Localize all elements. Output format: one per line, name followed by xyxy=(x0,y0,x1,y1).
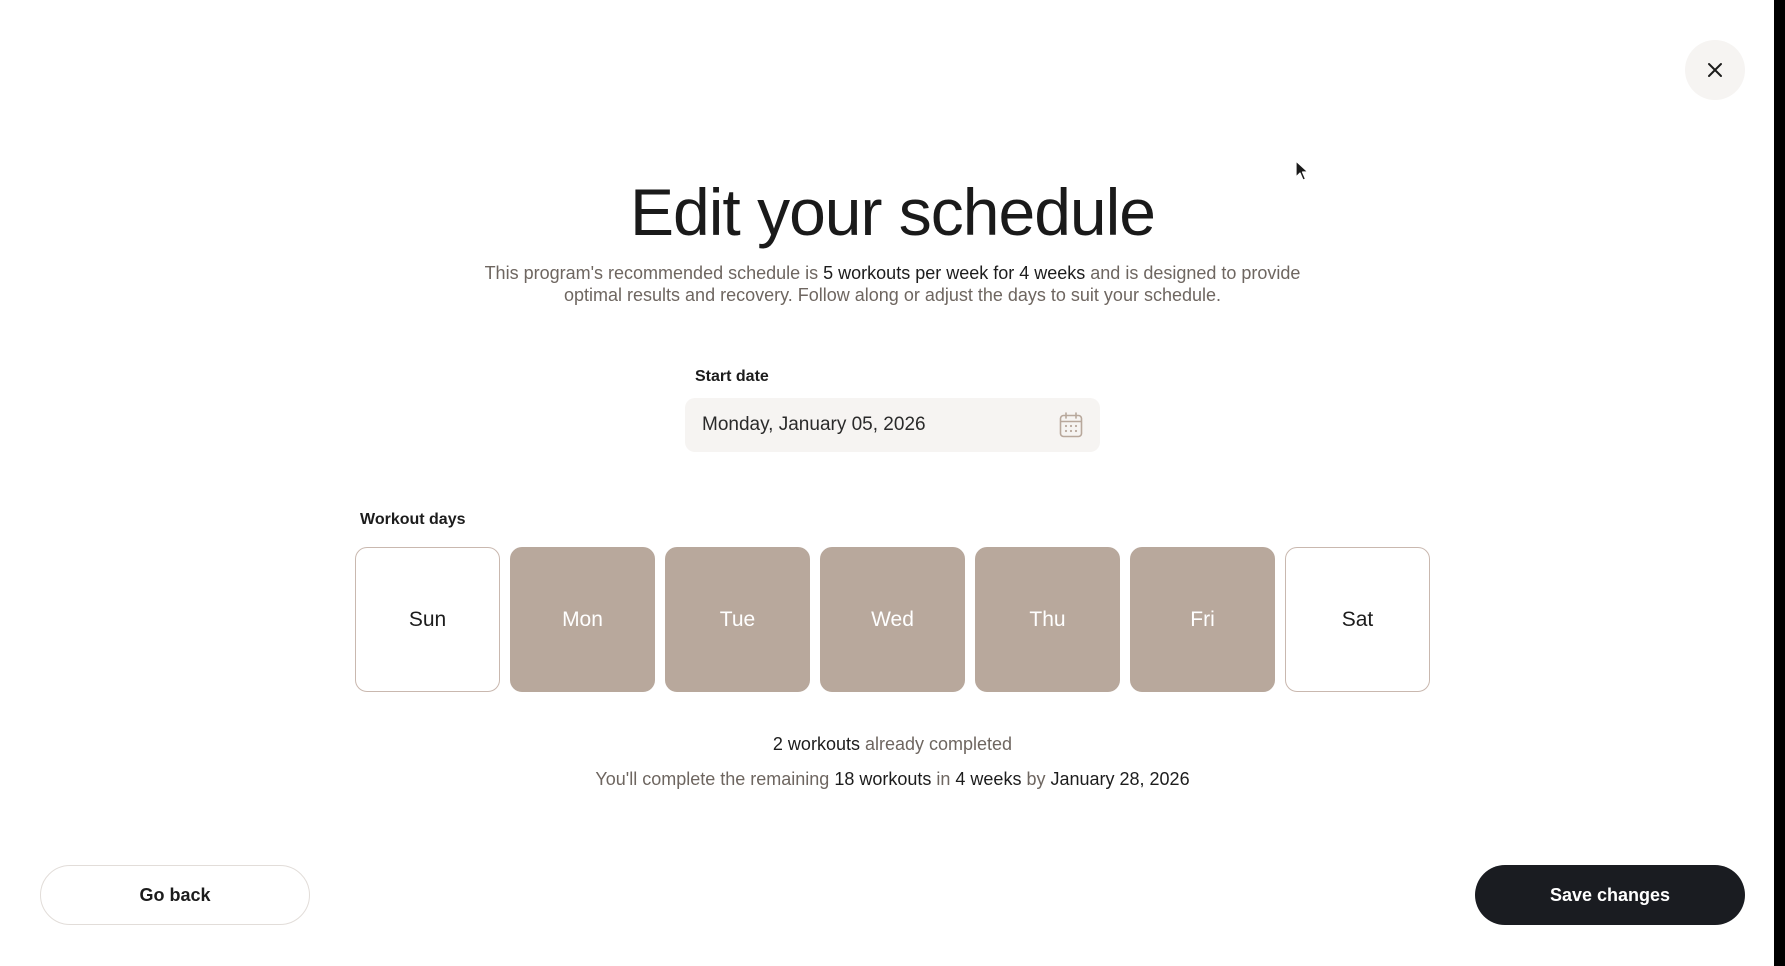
start-date-field[interactable]: Monday, January 05, 2026 xyxy=(685,398,1100,452)
day-toggle-tue[interactable]: Tue xyxy=(665,547,810,692)
schedule-description: This program's recommended schedule is 5… xyxy=(480,262,1305,306)
save-changes-button[interactable]: Save changes xyxy=(1475,865,1745,925)
day-toggle-sat[interactable]: Sat xyxy=(1285,547,1430,692)
day-toggle-wed[interactable]: Wed xyxy=(820,547,965,692)
completion-date: January 28, 2026 xyxy=(1050,769,1190,789)
day-toggle-thu[interactable]: Thu xyxy=(975,547,1120,692)
page-title: Edit your schedule xyxy=(630,175,1156,249)
completed-summary: 2 workouts already completed xyxy=(0,734,1785,755)
mouse-cursor-icon xyxy=(1295,160,1309,181)
edit-schedule-page: Edit your schedule This program's recomm… xyxy=(0,0,1785,966)
remaining-text-2: in xyxy=(931,769,956,789)
close-icon xyxy=(1708,63,1722,77)
remaining-text-3: by xyxy=(1021,769,1051,789)
remaining-text-1: You'll complete the remaining xyxy=(595,769,835,789)
workout-days-label: Workout days xyxy=(360,511,466,528)
calendar-icon xyxy=(1059,412,1083,438)
start-date-value: Monday, January 05, 2026 xyxy=(702,414,926,435)
description-highlight: 5 workouts per week for 4 weeks xyxy=(823,263,1086,283)
workout-days-selector: Sun Mon Tue Wed Thu Fri Sat xyxy=(355,547,1430,692)
completed-text: already completed xyxy=(859,734,1013,754)
remaining-summary: You'll complete the remaining 18 workout… xyxy=(0,769,1785,790)
completed-count: 2 workouts xyxy=(772,734,860,754)
day-toggle-mon[interactable]: Mon xyxy=(510,547,655,692)
day-toggle-fri[interactable]: Fri xyxy=(1130,547,1275,692)
go-back-button[interactable]: Go back xyxy=(40,865,310,925)
close-button[interactable] xyxy=(1685,40,1745,100)
start-date-label: Start date xyxy=(695,368,769,385)
window-edge xyxy=(1774,0,1785,966)
description-part1: This program's recommended schedule is xyxy=(484,263,824,283)
remaining-weeks: 4 weeks xyxy=(955,769,1022,789)
day-toggle-sun[interactable]: Sun xyxy=(355,547,500,692)
remaining-count: 18 workouts xyxy=(834,769,932,789)
